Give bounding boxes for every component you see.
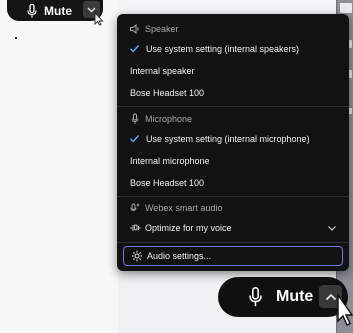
smart-audio-value: Optimize for my voice	[145, 223, 232, 233]
smart-audio-dropdown[interactable]: Optimize for my voice	[117, 219, 349, 237]
speaker-option-label: Use system setting (internal speakers)	[146, 44, 300, 54]
speaker-option-system[interactable]: Use system setting (internal speakers)	[117, 40, 349, 58]
mute-label: Mute	[44, 3, 72, 18]
mute-button-small[interactable]: Mute	[7, 0, 103, 21]
smart-audio-icon	[130, 203, 140, 211]
audio-options-menu: Speaker Use system setting (internal spe…	[117, 14, 349, 271]
speaker-option-internal[interactable]: Internal speaker	[117, 62, 349, 80]
mute-button-large[interactable]: Mute	[218, 277, 348, 317]
microphone-option-bose[interactable]: Bose Headset 100	[117, 174, 349, 192]
background-app-left	[0, 0, 118, 333]
menu-divider	[117, 242, 349, 243]
microphone-icon	[27, 3, 37, 18]
microphone-option-system[interactable]: Use system setting (internal microphone)	[117, 130, 349, 148]
speaker-header-label: Speaker	[145, 24, 179, 34]
speaker-option-bose[interactable]: Bose Headset 100	[117, 84, 349, 102]
microphone-icon	[131, 113, 139, 124]
audio-settings-label: Audio settings...	[147, 251, 212, 261]
microphone-option-internal[interactable]: Internal microphone	[117, 152, 349, 170]
audio-waveform-icon	[130, 224, 141, 231]
speaker-icon	[130, 23, 139, 35]
background-strip	[340, 3, 352, 13]
checkmark-icon	[130, 45, 140, 53]
microphone-header-label: Microphone	[145, 114, 193, 124]
checkmark-icon	[130, 135, 140, 143]
microphone-section-header: Microphone	[117, 110, 349, 128]
microphone-option-label: Bose Headset 100	[130, 178, 205, 188]
speaker-option-label: Internal speaker	[130, 66, 195, 76]
mute-label: Mute	[276, 288, 314, 305]
speaker-option-label: Bose Headset 100	[130, 88, 205, 98]
gear-icon	[131, 250, 143, 262]
smart-audio-header-label: Webex smart audio	[145, 203, 223, 213]
menu-divider	[117, 106, 349, 107]
smart-audio-section-header: Webex smart audio	[117, 199, 349, 217]
microphone-icon	[249, 287, 262, 307]
speaker-section-header: Speaker	[117, 20, 349, 38]
mouse-cursor-icon	[94, 12, 104, 26]
microphone-option-label: Internal microphone	[130, 156, 210, 166]
chevron-down-icon	[328, 226, 336, 231]
menu-divider	[117, 196, 349, 197]
microphone-option-label: Use system setting (internal microphone)	[146, 134, 310, 144]
stray-dot	[15, 37, 17, 39]
mouse-cursor-icon	[337, 293, 353, 326]
audio-settings-button[interactable]: Audio settings...	[123, 246, 343, 266]
